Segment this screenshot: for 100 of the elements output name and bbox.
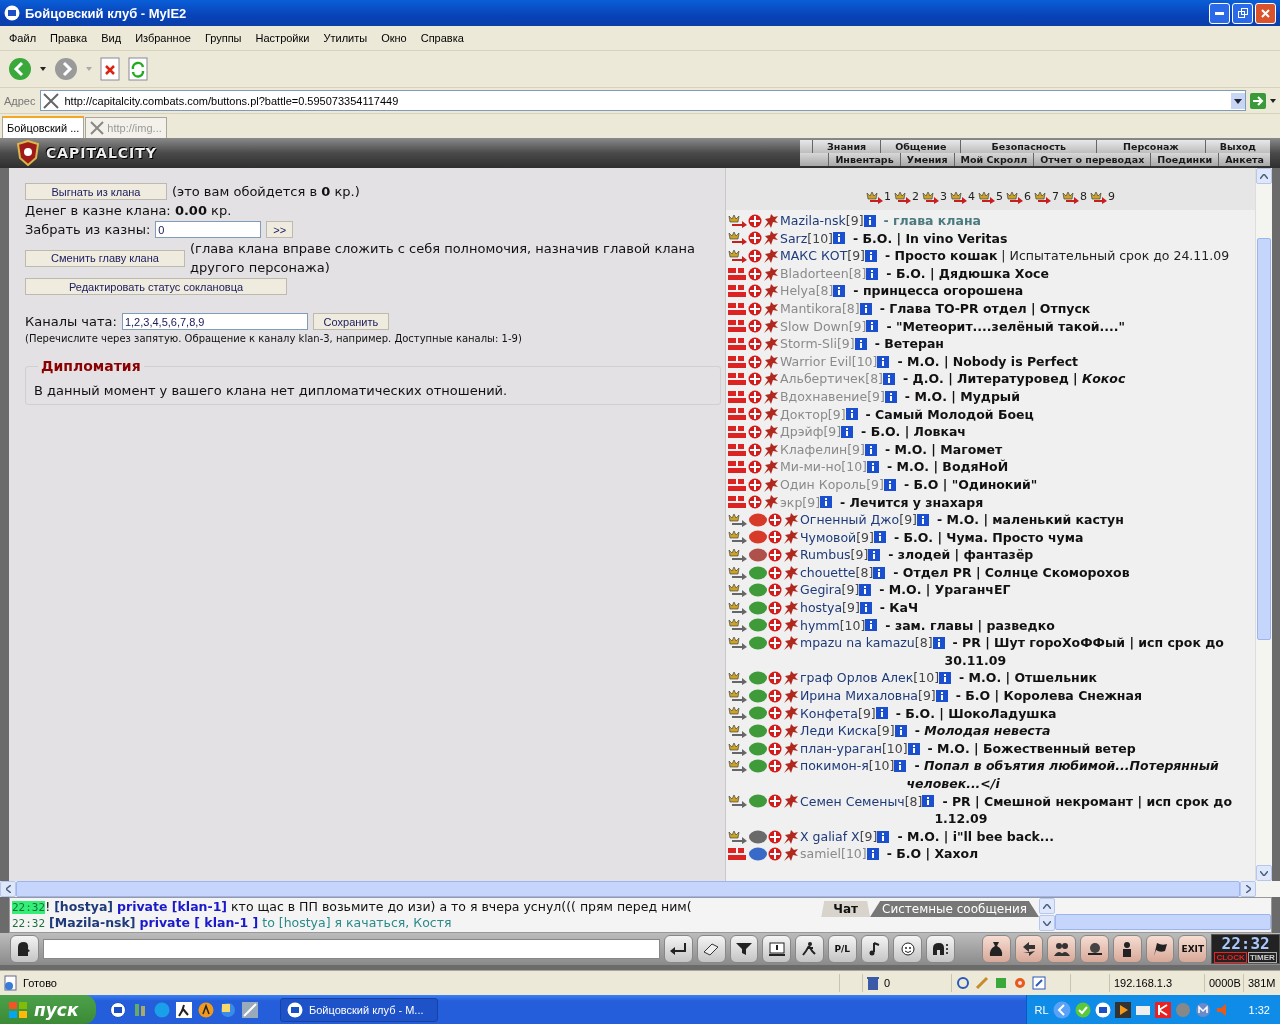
menu-item[interactable]: Настройки (248, 32, 317, 44)
channels-field[interactable]: 1,2,3,4,5,6,7,8,9 (121, 313, 308, 330)
member-status: - М.О. | маленький кастун (937, 512, 1124, 528)
member-level: [9] (823, 423, 842, 441)
chat-channel: private [klan-1] (117, 899, 228, 914)
language-indicator[interactable]: RL (1034, 1003, 1049, 1016)
menu-item[interactable]: Вид (94, 32, 129, 44)
member-name-link[interactable]: Семен Семеныч (800, 792, 905, 811)
member-status: - Попал в объятия любимой...Потерянный человек...</i (906, 758, 1219, 791)
trash-count: 0 (884, 977, 891, 989)
tool-button[interactable]: EXIT (1178, 935, 1208, 963)
member-status: - "Метеорит....зелёный такой...." (886, 318, 1126, 334)
nav-link[interactable]: Поединки (1150, 153, 1219, 166)
member-status: - Б.О | "Одинокий" (903, 476, 1038, 492)
start-button[interactable]: пуск (0, 995, 96, 1024)
channel-number[interactable]: 4 (968, 191, 975, 202)
withdraw-field[interactable]: 0 (155, 221, 262, 238)
window-title: Бойцовский клуб - MyIE2 (25, 5, 187, 21)
member-status: - Д.О. | Литературовед | Кокос (903, 371, 1126, 387)
edit-status-button[interactable]: Редактировать статус соклановца (25, 278, 287, 295)
clock-mode-button[interactable]: CLOCK (1214, 952, 1247, 963)
member-status: - зам. главы | разведко (885, 617, 1055, 633)
chat-tab[interactable]: Системные сообщения (870, 901, 1039, 917)
game-logo: CAPITALCITY (46, 145, 157, 161)
timer-mode-button[interactable]: TIMER (1247, 952, 1277, 963)
member-level: [9] (866, 475, 884, 494)
member-name-link[interactable]: покимон-я (800, 757, 869, 775)
member-name-link[interactable]: Sarz (780, 229, 808, 248)
member-level: [10] (868, 757, 895, 775)
address-field[interactable]: http://capitalcity.combats.com/buttons.pl?battle=0.595073354117449 (39, 90, 1246, 111)
member-name-link[interactable]: mpazu na kamazu (800, 634, 915, 652)
menu-item[interactable]: Избранное (128, 32, 198, 44)
member-name-link[interactable]: Mazila-nsk (780, 212, 846, 230)
nav-link[interactable]: Инвентарь (828, 153, 900, 166)
chat-sender[interactable]: [Mazila-nsk] (49, 915, 136, 930)
member-level: [8] (904, 792, 923, 811)
channel-number[interactable]: 7 (1052, 191, 1059, 202)
channel-number[interactable]: 9 (1108, 191, 1115, 202)
save-button[interactable]: Сохранить (312, 313, 389, 330)
tool-button[interactable]: P/L (827, 935, 857, 963)
member-status: - Молодая невеста (914, 723, 1051, 739)
traffic-counter: 0000B (1209, 977, 1241, 989)
treasury-text: Денег в казне клана: 0.00 кр. (25, 203, 232, 218)
member-name-link[interactable]: Леди Киска (800, 722, 877, 740)
member-name-link[interactable]: Огненный Джо (800, 511, 900, 529)
channel-number[interactable]: 1 (884, 191, 891, 202)
member-level: [9] (876, 722, 895, 740)
member-name-link[interactable]: hostya (800, 599, 843, 617)
chat-tab[interactable]: Чат (821, 901, 871, 917)
nav-link[interactable]: Анкета (1218, 153, 1270, 166)
member-level: [8] (865, 370, 883, 388)
member-level: [9] (847, 247, 865, 265)
member-level: [9] (850, 546, 869, 564)
member-level: [10] (841, 845, 867, 863)
menu-item[interactable]: Файл (2, 32, 44, 44)
channel-number[interactable]: 8 (1080, 191, 1087, 202)
member-name-link[interactable]: chouette (800, 563, 856, 582)
channel-number[interactable]: 3 (940, 191, 947, 202)
menu-item[interactable]: Группы (197, 32, 249, 44)
menu-item[interactable]: Утилиты (316, 32, 375, 44)
member-name-link[interactable]: Чумовой (800, 528, 857, 547)
member-name-link[interactable]: Конфета (800, 704, 858, 723)
channel-number[interactable]: 2 (912, 191, 919, 202)
channels-label: Каналы чата: (25, 314, 117, 329)
browser-tab[interactable]: Бойцовский ... (2, 116, 85, 138)
member-name-link[interactable]: МАКС КОТ (780, 247, 848, 265)
nav-link[interactable]: Мой Скролл (953, 153, 1034, 166)
taskbar-window-button[interactable]: Бойцовский клуб - М... (280, 997, 438, 1022)
withdraw-button[interactable]: >> (266, 221, 294, 238)
member-level: [8] (842, 299, 860, 318)
nav-link[interactable]: Отчет о переводах (1033, 153, 1151, 166)
member-name-link[interactable]: Gegira (800, 581, 842, 600)
menu-item[interactable]: Справка (413, 32, 471, 44)
member-name-link[interactable]: Ирина Михаловна (800, 687, 919, 705)
member-status: - Б.О. | ШокоЛадушка (895, 705, 1057, 721)
nav-link[interactable]: Умения (899, 153, 954, 166)
member-status: - Б.О | Хахол (886, 846, 979, 862)
exclamation-text: ! (45, 899, 51, 914)
member-level: [10] (839, 616, 866, 635)
member-status: - М.О. | Мудрый (904, 388, 1020, 404)
member-status: - PR | Шут гороХоФФый | исп срок до 30.11.09 (944, 635, 1224, 668)
member-level: [9] (858, 704, 876, 723)
menu-item[interactable]: Окно (374, 32, 414, 44)
member-level: [9] (899, 511, 917, 529)
chat-recipient[interactable]: to [hostya] (262, 915, 331, 930)
member-status: - М.О. | i"ll bee back... (897, 828, 1055, 844)
member-name-link[interactable]: hymm (800, 616, 840, 635)
change-head-button[interactable]: Сменить главу клана (25, 249, 185, 267)
menu-item[interactable]: Правка (43, 32, 95, 44)
kick-button[interactable]: Выгнать из клана (25, 183, 167, 200)
member-name-link[interactable]: граф Орлов Алек (800, 669, 914, 688)
channel-number[interactable]: 6 (1024, 191, 1031, 202)
tray-clock: 1:32 (1248, 1003, 1270, 1016)
channel-number[interactable]: 5 (996, 191, 1003, 202)
member-name-link[interactable]: план-ураган (800, 739, 882, 758)
clock-time: 22:32 (1221, 935, 1270, 952)
member-name-link[interactable]: X galiaf X (800, 827, 860, 846)
member-name-link[interactable]: Rumbus (800, 546, 851, 564)
member-level: [9] (859, 827, 878, 846)
chat-sender[interactable]: [hostya] (54, 899, 114, 914)
